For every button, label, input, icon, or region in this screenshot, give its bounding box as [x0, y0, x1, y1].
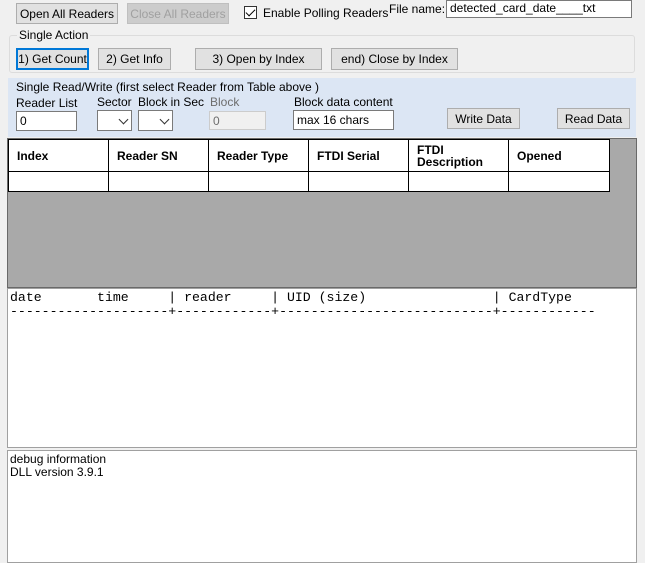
table-cell[interactable]: [108, 171, 209, 192]
window-edge: [637, 288, 645, 563]
table-row[interactable]: [8, 171, 610, 192]
get-count-button[interactable]: 1) Get Count: [16, 48, 89, 70]
open-by-index-button[interactable]: 3) Open by Index: [195, 48, 322, 70]
chevron-down-icon: [159, 114, 170, 125]
block-in-sec-label: Block in Sec: [138, 95, 205, 109]
sector-select[interactable]: [97, 110, 132, 131]
column-header-ftdi-serial[interactable]: FTDI Serial: [308, 139, 409, 172]
log-header: date time | reader | UID (size) | CardTy…: [10, 290, 572, 305]
file-name-label: File name:: [389, 2, 446, 16]
sector-label: Sector: [97, 95, 132, 109]
readers-table: Index Reader SN Reader Type FTDI Serial …: [8, 139, 610, 192]
reader-list-input[interactable]: 0: [16, 111, 77, 131]
table-cell[interactable]: [208, 171, 309, 192]
table-cell[interactable]: [508, 171, 610, 192]
reader-list-label: Reader List: [16, 96, 78, 110]
card-log-textbox[interactable]: date time | reader | UID (size) | CardTy…: [7, 288, 637, 448]
table-cell[interactable]: [8, 171, 109, 192]
block-in-sec-select[interactable]: [138, 110, 173, 131]
column-header-opened[interactable]: Opened: [508, 139, 610, 172]
chevron-down-icon: [118, 114, 129, 125]
table-cell[interactable]: [408, 171, 509, 192]
enable-polling-checkbox[interactable]: [244, 6, 257, 19]
file-name-input[interactable]: detected_card_date____txt: [446, 0, 632, 18]
enable-polling-label: Enable Polling Readers: [263, 6, 389, 20]
get-info-button[interactable]: 2) Get Info: [98, 48, 171, 70]
open-all-readers-button[interactable]: Open All Readers: [16, 3, 118, 24]
block-input[interactable]: 0: [209, 111, 266, 130]
block-data-input[interactable]: max 16 chars: [293, 110, 394, 130]
read-write-title: Single Read/Write (first select Reader f…: [16, 80, 320, 94]
column-header-reader-sn[interactable]: Reader SN: [108, 139, 209, 172]
table-header-row: Index Reader SN Reader Type FTDI Serial …: [8, 139, 610, 172]
single-action-title: Single Action: [17, 28, 91, 42]
table-cell[interactable]: [308, 171, 409, 192]
checkmark-icon: [245, 6, 256, 17]
block-data-label: Block data content: [294, 95, 393, 109]
log-separator: --------------------+------------+------…: [10, 304, 596, 319]
column-header-index[interactable]: Index: [8, 139, 109, 172]
read-data-button[interactable]: Read Data: [557, 108, 630, 129]
column-header-reader-type[interactable]: Reader Type: [208, 139, 309, 172]
block-label: Block: [210, 95, 240, 109]
write-data-button[interactable]: Write Data: [447, 108, 520, 129]
close-all-readers-button[interactable]: Close All Readers: [127, 3, 229, 24]
column-header-ftdi-description[interactable]: FTDI Description: [408, 139, 509, 172]
debug-info-textbox[interactable]: debug information DLL version 3.9.1: [7, 450, 637, 563]
close-by-index-button[interactable]: end) Close by Index: [331, 48, 458, 70]
